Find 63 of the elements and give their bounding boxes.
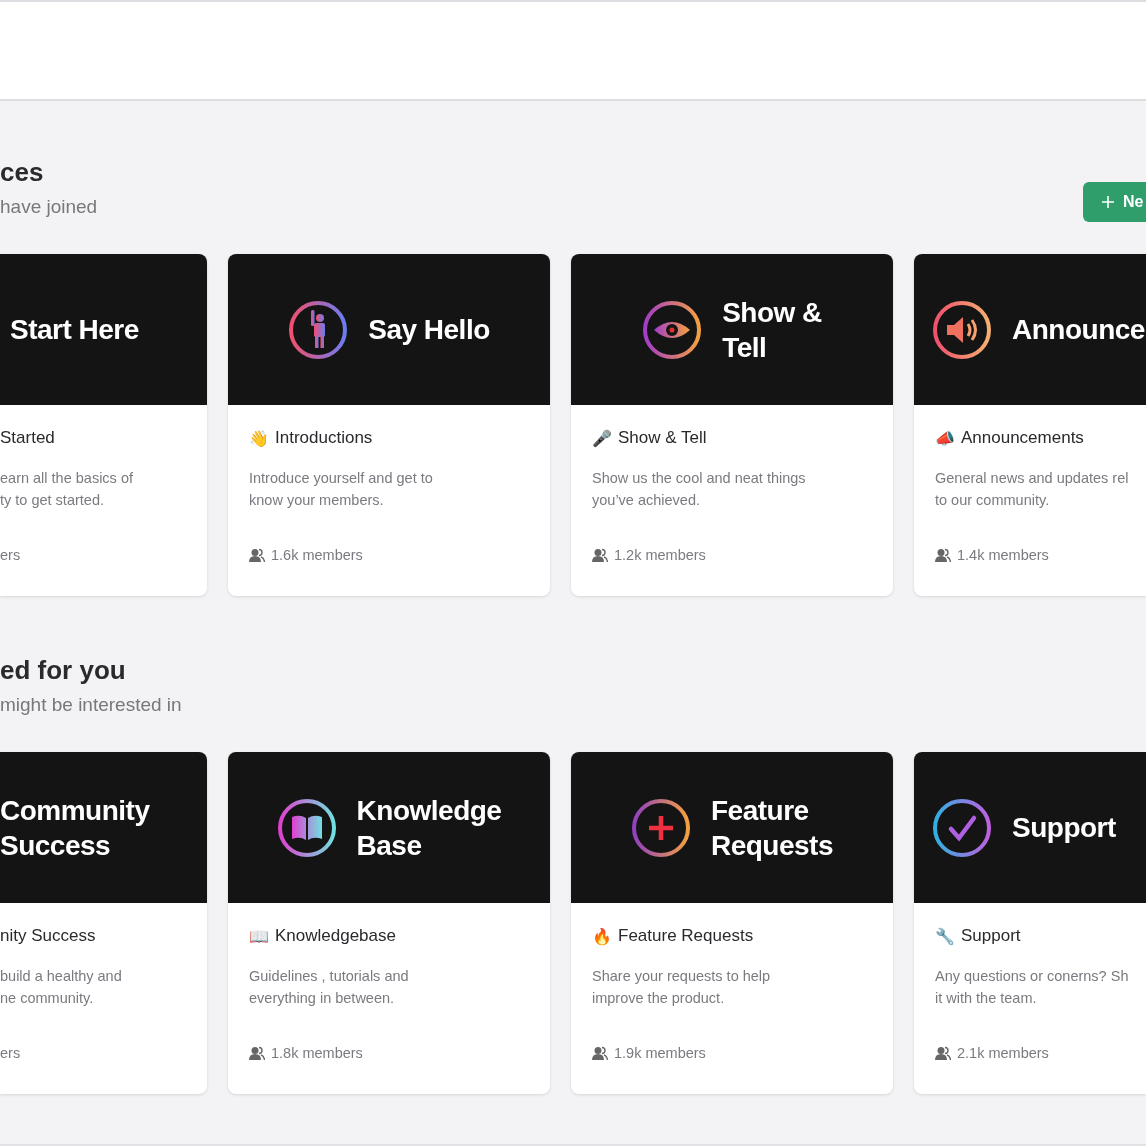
space-card[interactable]: Announce 📣 Announcements General news and updates rel to our community. 1.4k members xyxy=(914,254,1146,596)
space-description: Show us the cool and neat things you’ve achieved. xyxy=(592,469,807,510)
people-icon xyxy=(249,1045,265,1061)
plus-icon xyxy=(630,797,691,858)
member-count: 1.6k members xyxy=(271,547,363,563)
people-icon xyxy=(935,547,951,563)
member-count: 1.2k members xyxy=(614,547,706,563)
space-name: Started xyxy=(0,428,55,448)
people-icon xyxy=(249,547,265,563)
banner-title: Community Success xyxy=(0,793,150,863)
section-subtitle: might be interested in xyxy=(0,694,182,716)
plus-icon xyxy=(1101,195,1115,209)
space-name: Feature Requests xyxy=(618,926,754,946)
eye-icon xyxy=(642,299,703,360)
banner-title: Knowledge Base xyxy=(356,793,502,863)
space-description: Introduce yourself and get to know your members. xyxy=(249,469,434,510)
member-count: 1.4k members xyxy=(957,547,1049,563)
member-count: 1.8k members xyxy=(271,1045,363,1061)
space-description: Share your requests to help improve the product. xyxy=(592,967,772,1008)
space-card[interactable]: Feature Requests 🔥 Feature Requests Share your requests to help improve the product. 1.9k members xyxy=(571,752,893,1094)
space-card[interactable]: Knowledge Base 📖 Knowledgebase Guidelines , tutorials and everything in between. 1.8k members xyxy=(228,752,550,1094)
space-description: Any questions or conerns? Sh it with the team. xyxy=(935,967,1130,1008)
space-name: Knowledgebase xyxy=(275,926,396,946)
space-name: Introductions xyxy=(275,428,373,448)
space-name: Announcements xyxy=(961,428,1084,448)
banner-title: Announce xyxy=(1012,313,1145,347)
emoji-icon: 📣 xyxy=(935,428,955,448)
space-card[interactable]: Show & Tell 🎤 Show & Tell Show us the cool and neat things you’ve achieved. 1.2k members xyxy=(571,254,893,596)
section-subtitle: have joined xyxy=(0,196,98,218)
banner-title: Show & Tell xyxy=(722,295,822,365)
emoji-icon: 🔥 xyxy=(592,926,612,946)
banner-title: Start Here xyxy=(9,313,139,347)
section-title: ed for you xyxy=(0,654,127,686)
space-card[interactable]: Support 🔧 Support Any questions or conerns? Sh it with the team. 2.1k members xyxy=(914,752,1146,1094)
banner-title: Feature Requests xyxy=(710,793,833,863)
banner-title: Say Hello xyxy=(368,313,490,347)
space-description: earn all the basics of ty to get started. xyxy=(0,469,134,510)
banner-title: Support xyxy=(1012,811,1116,845)
section-title: ces xyxy=(0,156,45,188)
people-icon xyxy=(592,1045,608,1061)
space-name: Support xyxy=(961,926,1021,946)
raise-hand-icon xyxy=(288,299,349,360)
speaker-icon xyxy=(932,299,992,360)
member-count: ers xyxy=(0,1045,21,1061)
space-card[interactable]: Say Hello 👋 Introductions Introduce yourself and get to know your members. 1.6k members xyxy=(228,254,550,596)
emoji-icon: 📖 xyxy=(249,926,269,946)
emoji-icon: 🎤 xyxy=(592,428,612,448)
member-count: 2.1k members xyxy=(957,1045,1049,1061)
space-name: nity Success xyxy=(0,926,96,946)
people-icon xyxy=(935,1045,951,1061)
space-description: Guidelines , tutorials and everything in between. xyxy=(249,967,410,1008)
people-icon xyxy=(592,547,608,563)
space-name: Show & Tell xyxy=(618,428,707,448)
space-card[interactable]: Community Success nity Success build a healthy and ne community. ers xyxy=(0,752,207,1094)
emoji-icon: 🔧 xyxy=(935,926,955,946)
check-icon xyxy=(932,797,992,858)
space-card[interactable]: Start Here Started earn all the basics of ty to get started. ers xyxy=(0,254,207,596)
space-description: build a healthy and ne community. xyxy=(0,967,123,1008)
member-count: 1.9k members xyxy=(614,1045,706,1061)
space-description: General news and updates rel to our community. xyxy=(935,469,1130,510)
emoji-icon: 👋 xyxy=(249,428,269,448)
member-count: ers xyxy=(0,547,21,563)
book-icon xyxy=(276,797,337,858)
